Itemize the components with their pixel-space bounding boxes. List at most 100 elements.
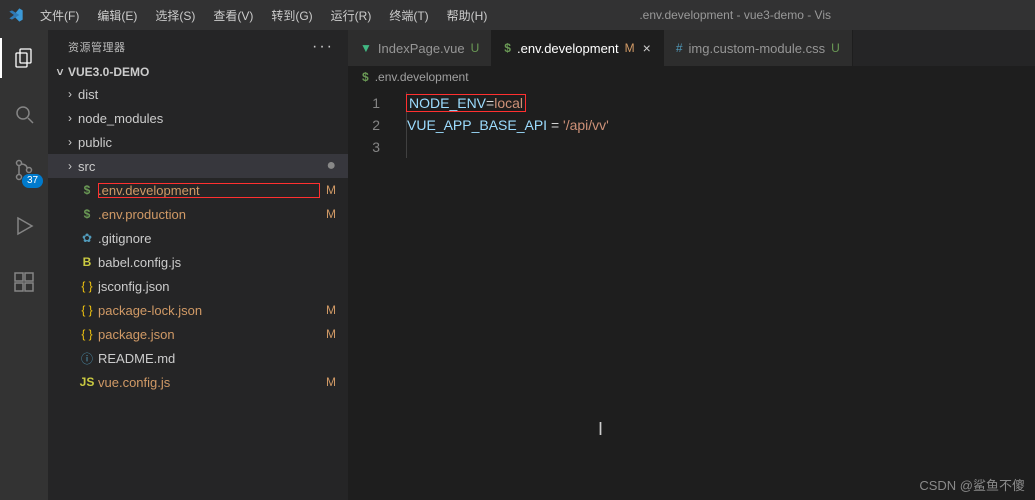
menu-item[interactable]: 文件(F)	[32, 3, 87, 28]
file-item[interactable]: JSvue.config.jsM	[48, 370, 348, 394]
file-status: M	[320, 375, 336, 389]
search-icon[interactable]	[0, 94, 48, 134]
dollar-env-icon: $	[362, 70, 369, 84]
gutter: 123	[348, 88, 398, 500]
folder-label: node_modules	[78, 111, 336, 126]
text-cursor-icon: I	[598, 418, 603, 440]
tab-status: U	[471, 41, 480, 55]
css-icon: #	[676, 41, 683, 55]
file-item[interactable]: ✿.gitignore	[48, 226, 348, 250]
source-control-icon[interactable]: 37	[0, 150, 48, 190]
tab-label: IndexPage.vue	[378, 41, 465, 56]
root-label: VUE3.0-DEMO	[68, 65, 149, 79]
tab-status: U	[831, 41, 840, 55]
menu-item[interactable]: 转到(G)	[263, 3, 320, 28]
file-item[interactable]: { }package.jsonM	[48, 322, 348, 346]
window-title: .env.development - vue3-demo - Vis	[495, 8, 1035, 22]
dirty-dot-icon: ●	[320, 157, 336, 175]
folder-label: dist	[78, 87, 336, 102]
chevron-right-icon: ›	[62, 87, 78, 101]
chevron-right-icon: ›	[62, 111, 78, 125]
file-status: M	[320, 327, 336, 341]
menu-item[interactable]: 编辑(E)	[89, 3, 145, 28]
tree-root[interactable]: ˅ VUE3.0-DEMO	[48, 62, 348, 82]
folder-label: src	[78, 159, 320, 174]
chevron-right-icon: ›	[62, 159, 78, 173]
env-icon: $	[504, 41, 511, 55]
file-label: .gitignore	[98, 231, 320, 246]
vscode-logo-icon	[8, 7, 24, 23]
file-status: M	[320, 183, 336, 197]
menu-bar: 文件(F)编辑(E)选择(S)查看(V)转到(G)运行(R)终端(T)帮助(H)	[32, 3, 495, 28]
file-item[interactable]: { }jsconfig.json	[48, 274, 348, 298]
code-line[interactable]	[398, 136, 1035, 158]
json-icon: { }	[78, 327, 96, 341]
run-debug-icon[interactable]	[0, 206, 48, 246]
menu-item[interactable]: 终端(T)	[381, 3, 436, 28]
file-label: babel.config.js	[98, 255, 320, 270]
tab-label: .env.development	[517, 41, 619, 56]
line-number: 2	[348, 114, 380, 136]
extensions-icon[interactable]	[0, 262, 48, 302]
sidebar-title: 资源管理器	[68, 39, 126, 55]
file-label: README.md	[98, 351, 320, 366]
gear-icon: ✿	[78, 231, 96, 245]
code[interactable]: NODE_ENV=localVUE_APP_BASE_API = '/api/v…	[398, 88, 1035, 500]
file-status: M	[320, 303, 336, 317]
file-item[interactable]: { }package-lock.jsonM	[48, 298, 348, 322]
json-icon: { }	[78, 279, 96, 293]
activity-bar: 37	[0, 30, 48, 500]
tab-status: M	[625, 41, 635, 55]
file-label: .env.development	[98, 183, 320, 198]
editor-tab[interactable]: ▼ IndexPage.vue U	[348, 30, 492, 66]
file-label: package.json	[98, 327, 320, 342]
editor-area: ▼ IndexPage.vue U $ .env.development M × # img.c…	[348, 30, 1035, 500]
file-tree: ˅ VUE3.0-DEMO ›dist›node_modules›public›…	[48, 62, 348, 500]
line-number: 1	[348, 92, 380, 114]
explorer-icon[interactable]	[0, 38, 48, 78]
file-label: vue.config.js	[98, 375, 320, 390]
babel-icon: B	[78, 255, 96, 269]
file-label: .env.production	[98, 207, 320, 222]
watermark: CSDN @鲨鱼不傻	[919, 475, 1025, 494]
file-item[interactable]: Bbabel.config.js	[48, 250, 348, 274]
file-label: jsconfig.json	[98, 279, 320, 294]
editor-tabs: ▼ IndexPage.vue U $ .env.development M × # img.c…	[348, 30, 1035, 66]
chevron-right-icon: ›	[62, 135, 78, 149]
js-icon: JS	[78, 375, 96, 389]
file-item[interactable]: $.env.developmentM	[48, 178, 348, 202]
close-icon[interactable]: ×	[643, 40, 651, 56]
file-label: package-lock.json	[98, 303, 320, 318]
breadcrumb-file: .env.development	[375, 70, 469, 84]
vue-icon: ▼	[360, 41, 372, 55]
folder-item[interactable]: ›dist	[48, 82, 348, 106]
editor-tab[interactable]: $ .env.development M ×	[492, 30, 664, 66]
menu-item[interactable]: 选择(S)	[147, 3, 203, 28]
menu-item[interactable]: 帮助(H)	[439, 3, 496, 28]
json-icon: { }	[78, 303, 96, 317]
file-item[interactable]: ⓘREADME.md	[48, 346, 348, 370]
folder-item[interactable]: ›src●	[48, 154, 348, 178]
file-item[interactable]: $.env.productionM	[48, 202, 348, 226]
env-icon: $	[78, 183, 96, 197]
menu-item[interactable]: 运行(R)	[323, 3, 380, 28]
tab-label: img.custom-module.css	[689, 41, 826, 56]
title-bar: 文件(F)编辑(E)选择(S)查看(V)转到(G)运行(R)终端(T)帮助(H)…	[0, 0, 1035, 30]
code-line[interactable]: VUE_APP_BASE_API = '/api/vv'	[398, 114, 1035, 136]
env-icon: $	[78, 207, 96, 221]
md-icon: ⓘ	[78, 350, 96, 367]
file-status: M	[320, 207, 336, 221]
code-line[interactable]: NODE_ENV=local	[398, 92, 1035, 114]
editor[interactable]: 123 NODE_ENV=localVUE_APP_BASE_API = '/a…	[348, 88, 1035, 500]
line-number: 3	[348, 136, 380, 158]
folder-item[interactable]: ›node_modules	[48, 106, 348, 130]
chevron-down-icon: ˅	[52, 65, 68, 79]
folder-label: public	[78, 135, 336, 150]
breadcrumb[interactable]: $ .env.development	[348, 66, 1035, 88]
editor-tab[interactable]: # img.custom-module.css U	[664, 30, 853, 66]
sidebar-more-icon[interactable]: ···	[312, 38, 334, 56]
explorer-sidebar: 资源管理器 ··· ˅ VUE3.0-DEMO ›dist›node_modul…	[48, 30, 348, 500]
menu-item[interactable]: 查看(V)	[205, 3, 261, 28]
folder-item[interactable]: ›public	[48, 130, 348, 154]
scm-badge: 37	[22, 174, 43, 188]
